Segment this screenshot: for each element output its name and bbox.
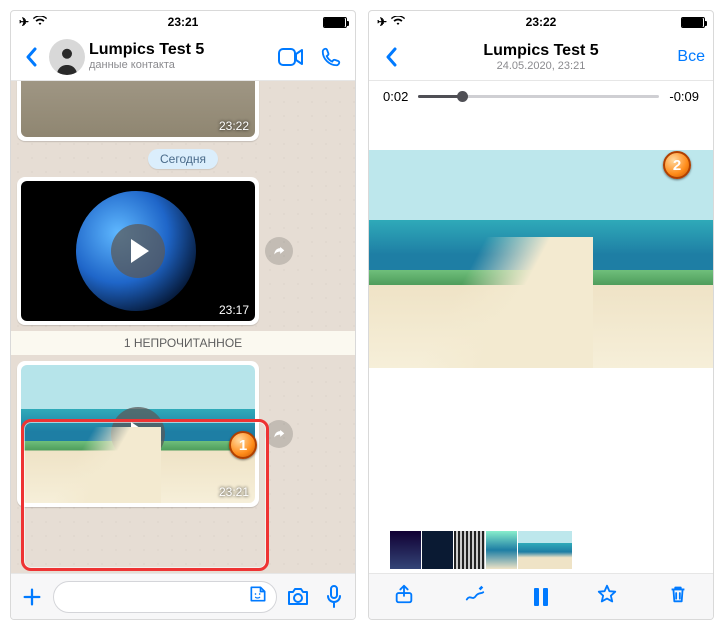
video-thumb[interactable]: 23:17	[21, 181, 255, 321]
voice-call-button[interactable]	[313, 46, 349, 68]
chat-title: Lumpics Test 5	[89, 41, 269, 59]
phone-chat: ✈︎ 23:21 Lumpics Test 5 данные контакта	[10, 10, 356, 620]
viewer-header: Lumpics Test 5 24.05.2020, 23:21 Все	[369, 33, 713, 81]
attach-button[interactable]	[17, 586, 47, 608]
avatar[interactable]	[49, 39, 85, 75]
chat-title-block[interactable]: Lumpics Test 5 данные контакта	[89, 41, 269, 72]
video-frame[interactable]	[369, 150, 713, 368]
viewer-title: Lumpics Test 5	[369, 42, 713, 60]
filmstrip-item[interactable]	[453, 530, 485, 570]
camera-button[interactable]	[283, 587, 313, 607]
input-bar	[11, 573, 355, 619]
media-filmstrip[interactable]	[369, 527, 713, 573]
sticker-button[interactable]	[248, 584, 268, 609]
filmstrip-item[interactable]	[421, 530, 453, 570]
star-button[interactable]	[596, 583, 618, 610]
message-time: 23:17	[219, 303, 249, 317]
date-chip: Сегодня	[148, 149, 218, 169]
message-input[interactable]	[53, 581, 277, 613]
filmstrip-item[interactable]	[389, 530, 421, 570]
viewer-toolbar	[369, 573, 713, 619]
scrubber-knob[interactable]	[457, 91, 468, 102]
video-thumb[interactable]: 23:21	[21, 365, 255, 503]
message-video-earth[interactable]: 23:17	[17, 177, 259, 325]
viewer-title-block: Lumpics Test 5 24.05.2020, 23:21	[369, 42, 713, 72]
filmstrip-item[interactable]	[517, 530, 573, 570]
video-call-button[interactable]	[273, 48, 309, 66]
mic-button[interactable]	[319, 585, 349, 609]
message-video-rock[interactable]: 23:22	[17, 81, 259, 141]
message-time: 23:21	[219, 485, 249, 499]
annotation-callout-2: 2	[663, 151, 691, 179]
time-remaining: -0:09	[669, 89, 699, 104]
status-bar: ✈︎ 23:22	[369, 11, 713, 33]
play-icon[interactable]	[111, 407, 165, 461]
clock: 23:21	[11, 15, 355, 29]
back-button[interactable]	[17, 47, 45, 67]
video-scrubber[interactable]: 0:02 -0:09	[369, 81, 713, 112]
draw-button[interactable]	[464, 583, 486, 610]
play-icon[interactable]	[111, 224, 165, 278]
unread-divider: 1 НЕПРОЧИТАННОЕ	[11, 331, 355, 355]
video-thumb[interactable]: 23:22	[21, 81, 255, 137]
viewer-subtitle: 24.05.2020, 23:21	[369, 60, 713, 72]
phone-viewer: ✈︎ 23:22 Lumpics Test 5 24.05.2020, 23:2…	[368, 10, 714, 620]
chat-body[interactable]: 23:22 Сегодня 23:17 1 НЕПРОЧИТАННОЕ 23:2…	[11, 81, 355, 573]
annotation-callout-1: 1	[229, 431, 257, 459]
message-time: 23:22	[219, 119, 249, 133]
battery-icon	[323, 17, 347, 28]
filmstrip-item[interactable]	[485, 530, 517, 570]
status-bar: ✈︎ 23:21	[11, 11, 355, 33]
forward-button[interactable]	[265, 420, 293, 448]
share-button[interactable]	[393, 583, 415, 610]
time-elapsed: 0:02	[383, 89, 408, 104]
chat-header: Lumpics Test 5 данные контакта	[11, 33, 355, 81]
clock: 23:22	[369, 15, 713, 29]
battery-icon	[681, 17, 705, 28]
forward-button[interactable]	[265, 237, 293, 265]
delete-button[interactable]	[667, 583, 689, 610]
chat-subtitle: данные контакта	[89, 59, 269, 72]
scrubber-track[interactable]	[418, 95, 659, 98]
message-video-beach[interactable]: 23:21	[17, 361, 259, 507]
pause-button[interactable]	[534, 588, 548, 606]
